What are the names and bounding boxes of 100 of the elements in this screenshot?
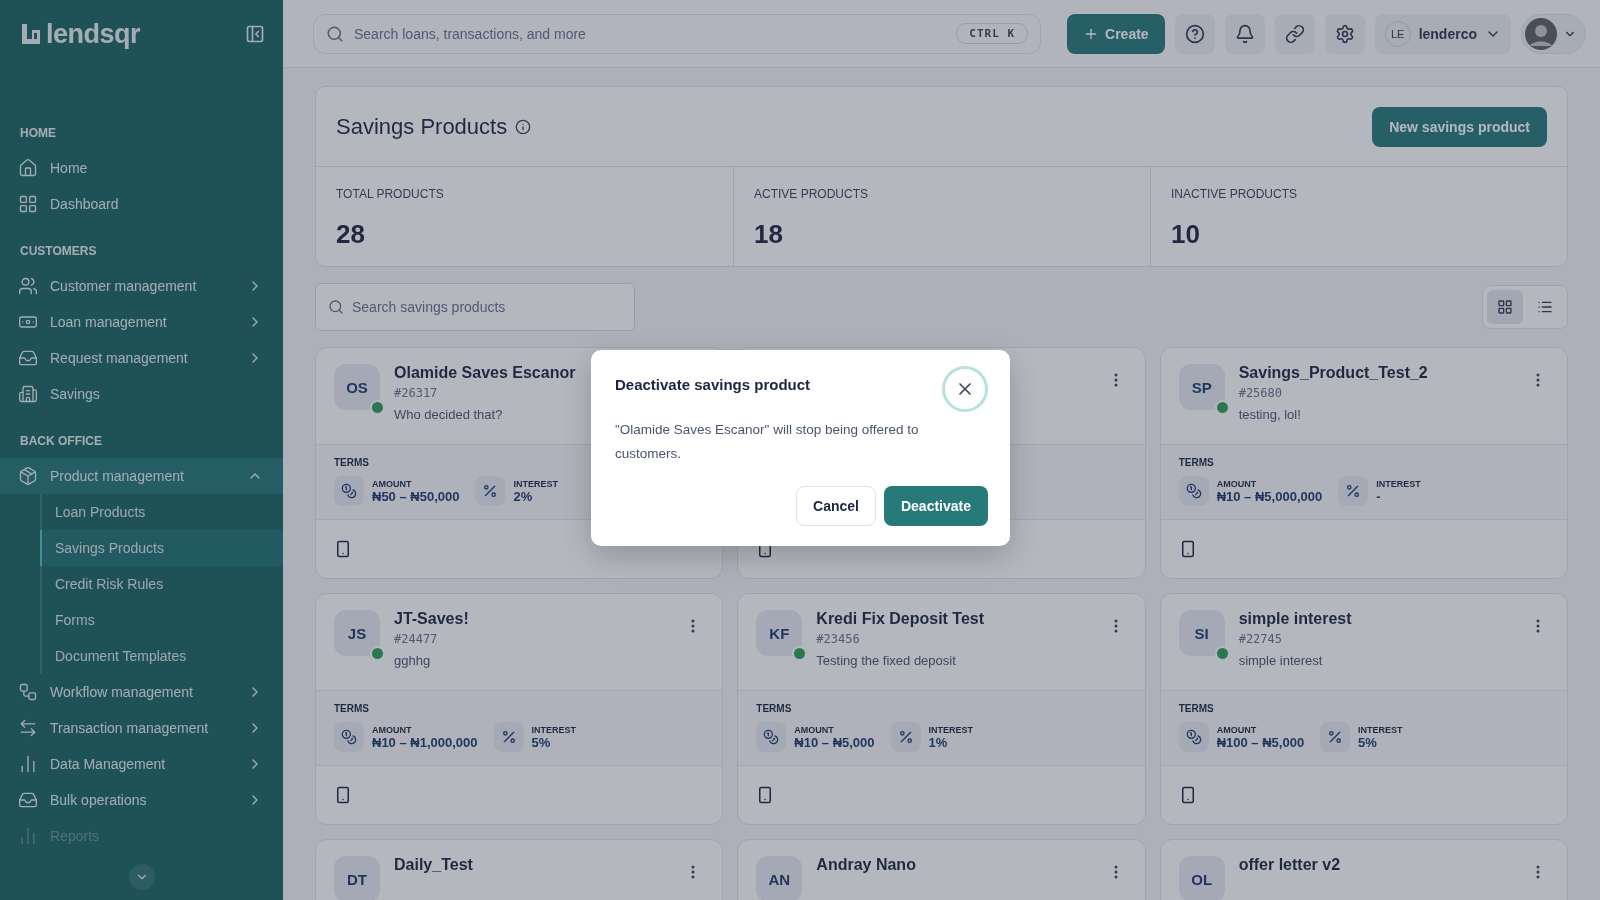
more-options-icon xyxy=(1536,373,1540,387)
create-button[interactable]: Create xyxy=(1067,13,1165,54)
search-icon xyxy=(328,299,344,315)
product-name: Andray Nano xyxy=(816,856,916,874)
info-icon[interactable] xyxy=(515,118,532,135)
nav-subitem[interactable]: Forms xyxy=(40,602,283,638)
phone-icon xyxy=(334,540,352,558)
interest-value: 5% xyxy=(531,734,552,750)
building-icon xyxy=(18,384,38,404)
collapse-sidebar-icon[interactable] xyxy=(245,24,265,44)
percent-icon xyxy=(475,476,506,506)
nav-item[interactable]: Dashboard xyxy=(0,186,283,222)
logo-text: lendsqr xyxy=(46,18,141,50)
more-options-icon xyxy=(1536,619,1540,633)
box-icon xyxy=(18,466,38,486)
nav-item[interactable]: Data Management xyxy=(0,746,283,782)
product-name: simple interest xyxy=(1238,610,1352,628)
page-title: Savings Products xyxy=(336,113,508,140)
stat-value: 28 xyxy=(336,219,366,250)
stat-label: TOTAL PRODUCTS xyxy=(336,187,445,201)
user-name: lenderco xyxy=(1418,25,1477,42)
product-card[interactable]: SI simple interest #22745 simple interest TERMS AMOUNT ₦100 – ₦5,000 INTEREST 5% xyxy=(1159,593,1568,825)
profile-button[interactable] xyxy=(1521,13,1586,54)
nav-subitem[interactable]: Credit Risk Rules xyxy=(40,566,283,602)
workflow-icon xyxy=(18,682,38,702)
grid-icon xyxy=(1497,299,1513,315)
grid-view-button[interactable] xyxy=(1487,290,1523,324)
section-heading: BACK OFFICE xyxy=(19,434,103,448)
search-icon xyxy=(326,24,344,43)
product-card[interactable]: SP Savings_Product_Test_2 #25680 testing, lol! TERMS AMOUNT ₦10 – ₦5,000,000 INTEREST - xyxy=(1159,347,1568,579)
product-card[interactable]: JS JT-Saves! #24477 gghhg TERMS AMOUNT ₦10 – ₦1,000,000 INTEREST 5% xyxy=(315,593,724,825)
terms-heading: TERMS xyxy=(756,703,793,714)
cancel-button[interactable]: Cancel xyxy=(796,486,876,526)
more-options-icon xyxy=(1113,373,1118,387)
more-options-icon xyxy=(1113,865,1118,879)
coins-icon xyxy=(334,476,364,506)
coins-icon xyxy=(1178,476,1209,506)
product-card[interactable]: OL offer letter v2 xyxy=(1159,839,1568,900)
product-code: #25680 xyxy=(1238,386,1282,400)
nav-item[interactable]: Product management xyxy=(0,458,283,494)
more-options-icon xyxy=(691,865,696,879)
interest-label: INTEREST xyxy=(1358,724,1403,735)
nav-item[interactable]: Request management xyxy=(0,340,283,376)
nav-item[interactable]: Transaction management xyxy=(0,710,283,746)
new-product-button[interactable]: New savings product xyxy=(1372,106,1547,147)
deactivate-button[interactable]: Deactivate xyxy=(883,486,988,526)
amount-value: ₦10 – ₦1,000,000 xyxy=(372,734,478,750)
product-description: simple interest xyxy=(1238,653,1323,668)
nav-item[interactable]: Bulk operations xyxy=(0,782,283,818)
product-card[interactable]: KF Kredi Fix Deposit Test #23456 Testing the fixed deposit TERMS AMOUNT ₦10 – ₦5,000 INTEREST 1% xyxy=(737,593,1146,825)
settings-button[interactable] xyxy=(1324,13,1365,54)
amount-label: AMOUNT xyxy=(372,724,413,735)
nav-subitem[interactable]: Loan Products xyxy=(40,494,283,530)
account-switcher[interactable]: LE lenderco xyxy=(1374,13,1511,54)
nav-item[interactable]: Savings xyxy=(0,376,283,412)
product-description: Who decided that? xyxy=(394,407,503,422)
product-name: Olamide Saves Escanor xyxy=(394,364,576,382)
link-icon xyxy=(1284,23,1305,44)
shortcut-hint: CTRL K xyxy=(956,23,1029,44)
users-icon xyxy=(18,276,38,296)
nav-item[interactable]: Home xyxy=(0,150,283,186)
stat-value: 10 xyxy=(1171,219,1201,250)
nav-item[interactable]: Workflow management xyxy=(0,674,283,710)
amount-label: AMOUNT xyxy=(1216,478,1258,489)
help-button[interactable] xyxy=(1174,13,1215,54)
close-button[interactable] xyxy=(942,366,988,412)
interest-label: INTEREST xyxy=(531,724,577,735)
product-code: #24477 xyxy=(394,632,438,646)
interest-label: INTEREST xyxy=(928,724,974,735)
more-options-icon xyxy=(1536,865,1540,879)
product-card[interactable]: DT Daily_Test xyxy=(315,839,724,900)
product-search-field[interactable]: Search savings products xyxy=(315,283,635,331)
arrows-icon xyxy=(18,718,38,738)
percent-icon xyxy=(890,722,921,752)
global-search-field[interactable]: Search loans, transactions, and more CTRL K xyxy=(313,13,1042,54)
amount-label: AMOUNT xyxy=(372,478,413,489)
nav-subitem[interactable]: Document Templates xyxy=(40,638,283,674)
percent-icon xyxy=(1338,476,1369,506)
notifications-button[interactable] xyxy=(1224,13,1265,54)
terms-heading: TERMS xyxy=(1178,703,1215,714)
interest-value: 2% xyxy=(513,488,534,504)
grid-icon xyxy=(18,194,38,214)
product-name: offer letter v2 xyxy=(1238,856,1341,874)
amount-value: ₦10 – ₦5,000 xyxy=(794,734,875,750)
interest-label: INTEREST xyxy=(513,478,558,489)
nav-subitem[interactable]: Savings Products xyxy=(40,530,283,566)
inbox-icon xyxy=(18,790,38,810)
product-description: testing, lol! xyxy=(1238,407,1301,422)
product-description: gghhg xyxy=(394,653,431,668)
link-button[interactable] xyxy=(1274,13,1315,54)
nav-item[interactable]: Customer management xyxy=(0,268,283,304)
stat-label: INACTIVE PRODUCTS xyxy=(1171,187,1298,201)
product-card[interactable]: AN Andray Nano xyxy=(737,839,1146,900)
section-heading: CUSTOMERS xyxy=(19,244,98,258)
nav-item[interactable]: Loan management xyxy=(0,304,283,340)
percent-icon xyxy=(493,722,524,752)
stat-label: ACTIVE PRODUCTS xyxy=(754,187,869,201)
coins-icon xyxy=(1178,722,1209,752)
interest-value: - xyxy=(1376,488,1382,504)
product-name: Daily_Test xyxy=(394,856,473,874)
